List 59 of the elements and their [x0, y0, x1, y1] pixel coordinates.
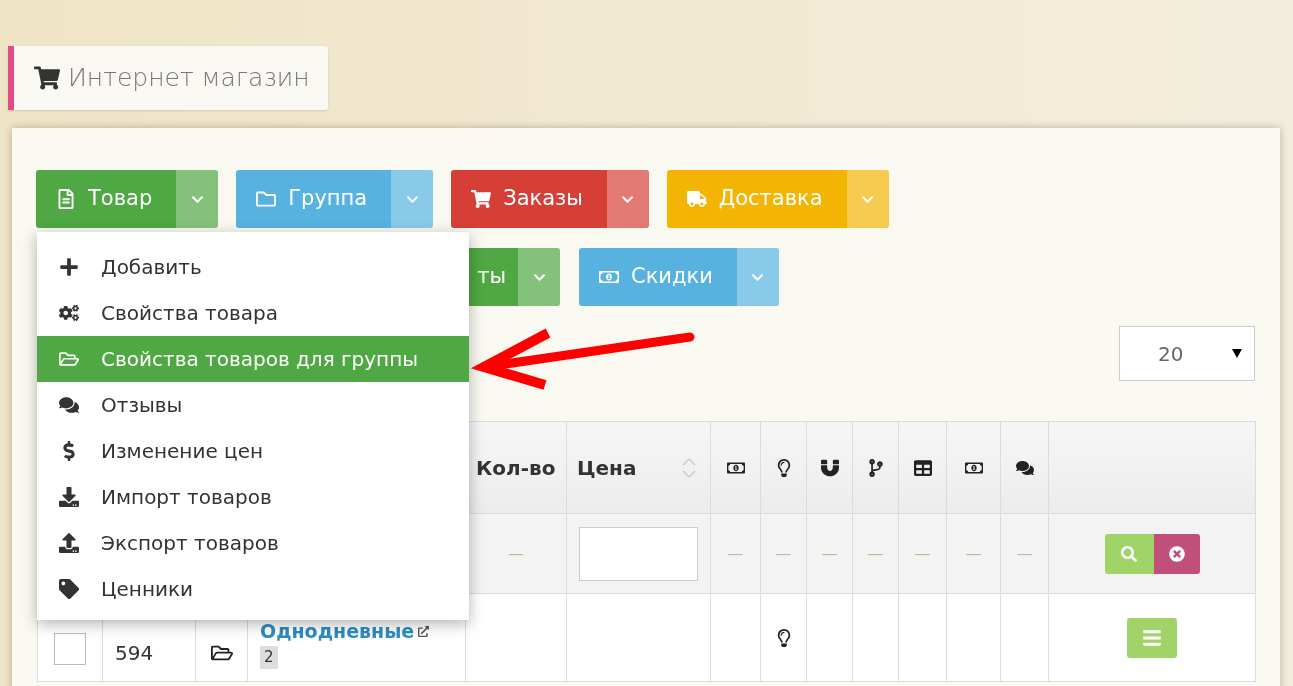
sort-icon — [682, 455, 696, 480]
external-link-icon — [418, 625, 430, 637]
dash-mark: — — [821, 543, 838, 563]
count-badge: 2 — [260, 646, 278, 669]
truck-icon — [686, 189, 707, 209]
group-link[interactable]: Однодневные — [260, 620, 415, 642]
clear-button[interactable] — [1153, 533, 1200, 574]
menu-item[interactable]: Свойства товара — [37, 290, 469, 336]
menu-item[interactable]: Экспорт товаров — [37, 520, 469, 566]
folder-icon — [210, 643, 233, 663]
menu-item[interactable]: Изменение цен — [37, 428, 469, 474]
dropdown-triangle-icon — [1232, 349, 1242, 358]
chat-icon — [59, 395, 79, 415]
dropdown-button[interactable]: Заказы — [451, 170, 607, 228]
magnet-icon — [820, 458, 839, 477]
dash-mark: — — [867, 543, 884, 563]
fork-icon — [866, 458, 885, 477]
upload-icon — [59, 533, 79, 553]
dash-mark: — — [727, 543, 744, 563]
page-title: Интернет магазин — [68, 62, 310, 95]
dash-mark: — — [775, 543, 792, 563]
caret-button[interactable] — [176, 170, 219, 228]
price-filter-field[interactable] — [579, 526, 698, 581]
column-header: Кол-во — [476, 454, 556, 482]
plus-icon — [59, 257, 79, 277]
search-icon — [1121, 545, 1137, 562]
dash-mark: — — [508, 543, 524, 563]
menu-item[interactable]: Свойства товаров для группы — [37, 336, 469, 382]
column-header: Цена — [577, 454, 637, 482]
document-icon — [56, 189, 76, 209]
folder-icon — [256, 189, 277, 209]
cart-icon — [34, 66, 60, 90]
dash-mark: — — [965, 543, 982, 563]
menu-item[interactable]: Ценники — [37, 566, 469, 612]
download-icon — [59, 487, 79, 507]
caret-button[interactable] — [846, 170, 889, 228]
folder-icon — [59, 349, 79, 369]
tag-icon — [59, 579, 79, 599]
menu-item[interactable]: Добавить — [37, 244, 469, 290]
dropdown-button[interactable]: Товар — [36, 170, 177, 228]
caret-button[interactable] — [518, 248, 560, 306]
page-size-select[interactable]: 20 — [1119, 326, 1255, 381]
clear-icon — [1168, 545, 1185, 562]
caret-button[interactable] — [736, 248, 779, 306]
menu-icon — [1142, 627, 1162, 648]
menu-item[interactable]: Импорт товаров — [37, 474, 469, 520]
dash-mark: — — [1016, 543, 1033, 563]
cart-icon — [471, 189, 492, 209]
dash-mark: — — [914, 543, 931, 563]
code-cell: 594 — [115, 640, 154, 665]
caret-button[interactable] — [606, 170, 649, 228]
grid-icon — [913, 458, 932, 477]
menu-button[interactable] — [1127, 617, 1177, 658]
row-checkbox[interactable] — [54, 633, 86, 665]
menu-item[interactable]: Отзывы — [37, 382, 469, 428]
chat-icon — [1015, 458, 1034, 477]
lightbulb-icon — [775, 629, 792, 647]
gears-icon — [59, 303, 79, 323]
caret-button[interactable] — [391, 170, 434, 228]
